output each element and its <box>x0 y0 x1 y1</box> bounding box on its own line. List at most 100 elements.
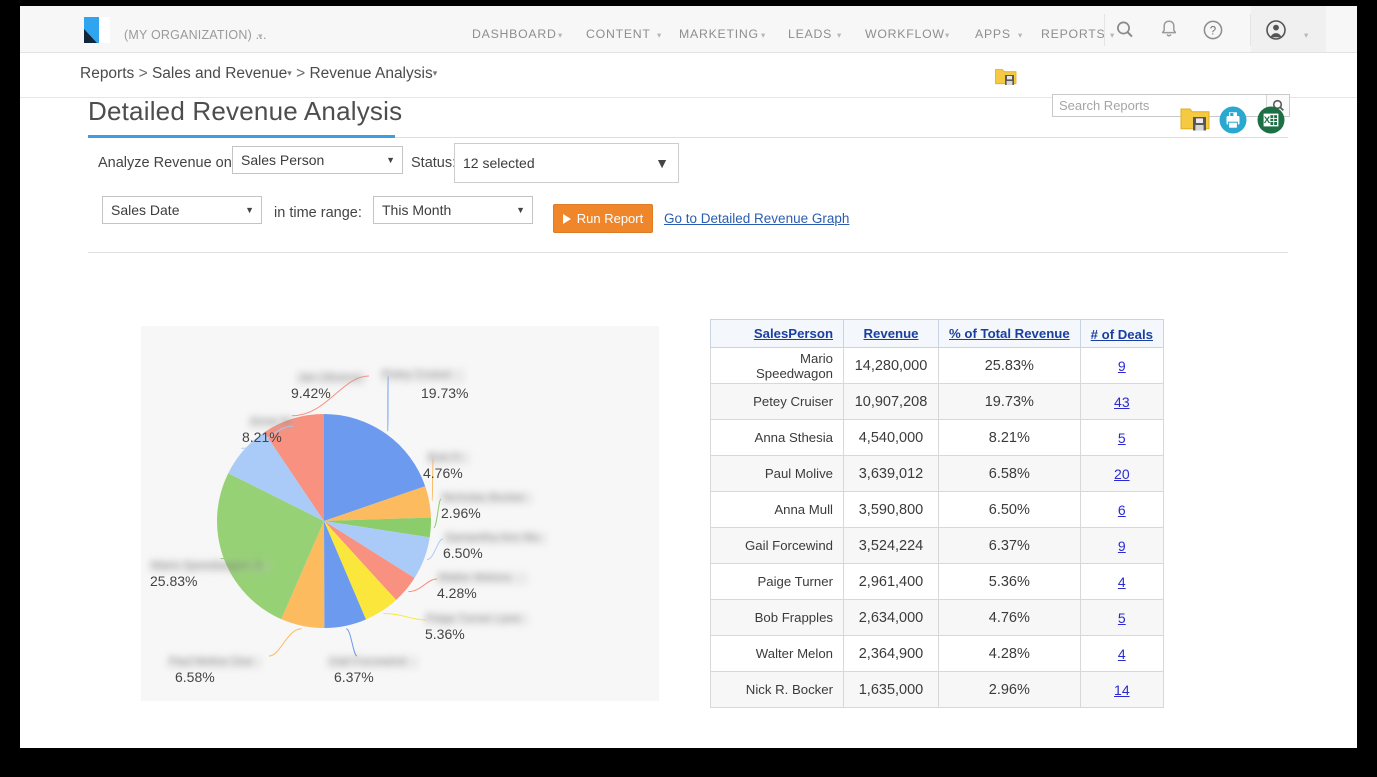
cell-pct: 6.37% <box>939 528 1081 564</box>
analyze-revenue-value: Sales Person <box>241 152 324 168</box>
nav-content[interactable]: CONTENT <box>586 27 651 41</box>
save-to-folder-icon[interactable] <box>1180 106 1210 137</box>
chevron-down-icon: ▼ <box>245 205 254 215</box>
cell-pct: 25.83% <box>939 348 1081 384</box>
pie-label-name-blurred: Petey Cruiser <box>380 369 465 383</box>
chevron-down-icon[interactable]: ▾ <box>1304 30 1308 41</box>
pie-value-label: 25.83% <box>150 573 197 589</box>
cell-salesperson: Paul Molive <box>711 456 844 492</box>
user-menu[interactable]: ▾ <box>1251 6 1326 52</box>
deals-link[interactable]: 4 <box>1118 574 1126 590</box>
cell-salesperson: Bob Frapples <box>711 600 844 636</box>
cell-revenue: 3,524,224 <box>844 528 939 564</box>
time-range-value: This Month <box>382 202 451 218</box>
chevron-down-icon[interactable]: ▾ <box>657 30 661 41</box>
th-revenue-label[interactable]: Revenue <box>864 326 919 341</box>
date-field-select[interactable]: Sales Date ▼ <box>102 196 262 224</box>
organization-label[interactable]: (MY ORGANIZATION) ... <box>124 28 267 42</box>
cell-revenue: 3,639,012 <box>844 456 939 492</box>
nav-marketing[interactable]: MARKETING <box>679 27 759 41</box>
pie-label-name-blurred: Anna St <box>248 416 295 429</box>
pie-value-label: 6.37% <box>334 669 374 685</box>
breadcrumb-level2[interactable]: Sales and Revenue <box>152 65 287 82</box>
deals-link[interactable]: 4 <box>1118 646 1126 662</box>
window-frame: (MY ORGANIZATION) ... ▾ DASHBOARD ▾ CONT… <box>0 0 1377 777</box>
chevron-down-icon[interactable]: ▾ <box>1018 30 1022 41</box>
th-deals-label[interactable]: # of Deals <box>1091 327 1153 342</box>
pie-leader-line <box>383 614 426 620</box>
svg-text:?: ? <box>1210 25 1216 37</box>
status-multiselect[interactable]: 12 selected ▼ <box>454 143 679 183</box>
cell-pct: 5.36% <box>939 564 1081 600</box>
chevron-down-icon[interactable]: ▾ <box>945 30 949 41</box>
table-header-row: SalesPerson Revenue % of Total Revenue #… <box>711 320 1164 348</box>
breadcrumb-root[interactable]: Reports <box>80 65 134 82</box>
cell-pct: 2.96% <box>939 672 1081 708</box>
pie-value-label: 4.76% <box>423 465 463 481</box>
th-pct-total[interactable]: % of Total Revenue <box>939 320 1081 348</box>
cell-revenue: 2,961,400 <box>844 564 939 600</box>
chevron-down-icon: ▼ <box>516 205 525 215</box>
status-value: 12 selected <box>463 155 535 171</box>
chevron-down-icon[interactable]: ▾ <box>558 30 562 41</box>
deals-link[interactable]: 14 <box>1114 682 1130 698</box>
chevron-down-icon[interactable]: ▾ <box>761 30 765 41</box>
cell-deals: 5 <box>1080 600 1163 636</box>
app-window: (MY ORGANIZATION) ... ▾ DASHBOARD ▾ CONT… <box>20 6 1357 748</box>
pie-label-name-blurred: Paul Molive Dee <box>167 656 262 669</box>
nav-apps[interactable]: APPS <box>975 27 1011 41</box>
help-icon[interactable]: ? <box>1201 18 1225 42</box>
cell-deals: 43 <box>1080 384 1163 420</box>
chevron-down-icon: ▼ <box>386 155 395 165</box>
deals-link[interactable]: 9 <box>1118 538 1126 554</box>
chevron-down-icon[interactable]: ▾ <box>258 31 263 42</box>
th-pct-label[interactable]: % of Total Revenue <box>949 326 1070 341</box>
nav-dashboard[interactable]: DASHBOARD <box>472 27 557 41</box>
cell-salesperson: Petey Cruiser <box>711 384 844 420</box>
deals-link[interactable]: 9 <box>1118 358 1126 374</box>
cell-deals: 20 <box>1080 456 1163 492</box>
run-report-button[interactable]: Run Report <box>553 204 653 233</box>
search-icon[interactable] <box>1113 18 1137 42</box>
nav-leads[interactable]: LEADS <box>788 27 832 41</box>
title-accent-underline <box>88 135 395 138</box>
page-title: Detailed Revenue Analysis <box>88 96 402 127</box>
deals-link[interactable]: 5 <box>1118 430 1126 446</box>
date-field-value: Sales Date <box>111 202 179 218</box>
print-save-icon[interactable] <box>1219 106 1247 139</box>
breadcrumb-level3[interactable]: Revenue Analysis <box>309 65 432 82</box>
cell-deals: 4 <box>1080 564 1163 600</box>
time-range-select[interactable]: This Month ▼ <box>373 196 533 224</box>
save-to-folder-icon[interactable] <box>995 67 1017 86</box>
pie-value-label: 6.50% <box>443 545 483 561</box>
deals-link[interactable]: 6 <box>1118 502 1126 518</box>
deals-link[interactable]: 5 <box>1118 610 1126 626</box>
go-to-graph-link[interactable]: Go to Detailed Revenue Graph <box>664 211 849 226</box>
svg-text:X: X <box>1264 115 1271 126</box>
chevron-down-icon: ▼ <box>655 155 669 171</box>
revenue-table: SalesPerson Revenue % of Total Revenue #… <box>710 319 1164 708</box>
deals-link[interactable]: 20 <box>1114 466 1130 482</box>
chevron-down-icon[interactable]: ▾ <box>837 30 841 41</box>
th-revenue[interactable]: Revenue <box>844 320 939 348</box>
export-excel-icon[interactable]: X <box>1257 106 1285 139</box>
th-deals[interactable]: # of Deals <box>1080 320 1163 348</box>
bell-icon[interactable] <box>1157 18 1181 42</box>
app-logo-icon[interactable] <box>84 17 110 43</box>
user-avatar-icon[interactable] <box>1264 18 1288 42</box>
cell-revenue: 3,590,800 <box>844 492 939 528</box>
chevron-down-icon[interactable]: ▾ <box>287 68 292 78</box>
table-row: Mario Speedwagon14,280,00025.83%9 <box>711 348 1164 384</box>
nav-reports[interactable]: REPORTS <box>1041 27 1105 41</box>
deals-link[interactable]: 43 <box>1114 394 1130 410</box>
cell-deals: 9 <box>1080 348 1163 384</box>
table-row: Gail Forcewind3,524,2246.37%9 <box>711 528 1164 564</box>
analyze-revenue-select[interactable]: Sales Person ▼ <box>232 146 403 174</box>
status-label: Status: <box>411 155 456 171</box>
filter-divider <box>88 252 1288 253</box>
breadcrumb: Reports > Sales and Revenue▾ > Revenue A… <box>80 65 437 83</box>
chevron-down-icon[interactable]: ▾ <box>433 68 438 78</box>
th-salesperson-label[interactable]: SalesPerson <box>754 326 833 341</box>
th-salesperson[interactable]: SalesPerson <box>711 320 844 348</box>
nav-workflow[interactable]: WORKFLOW <box>865 27 945 41</box>
